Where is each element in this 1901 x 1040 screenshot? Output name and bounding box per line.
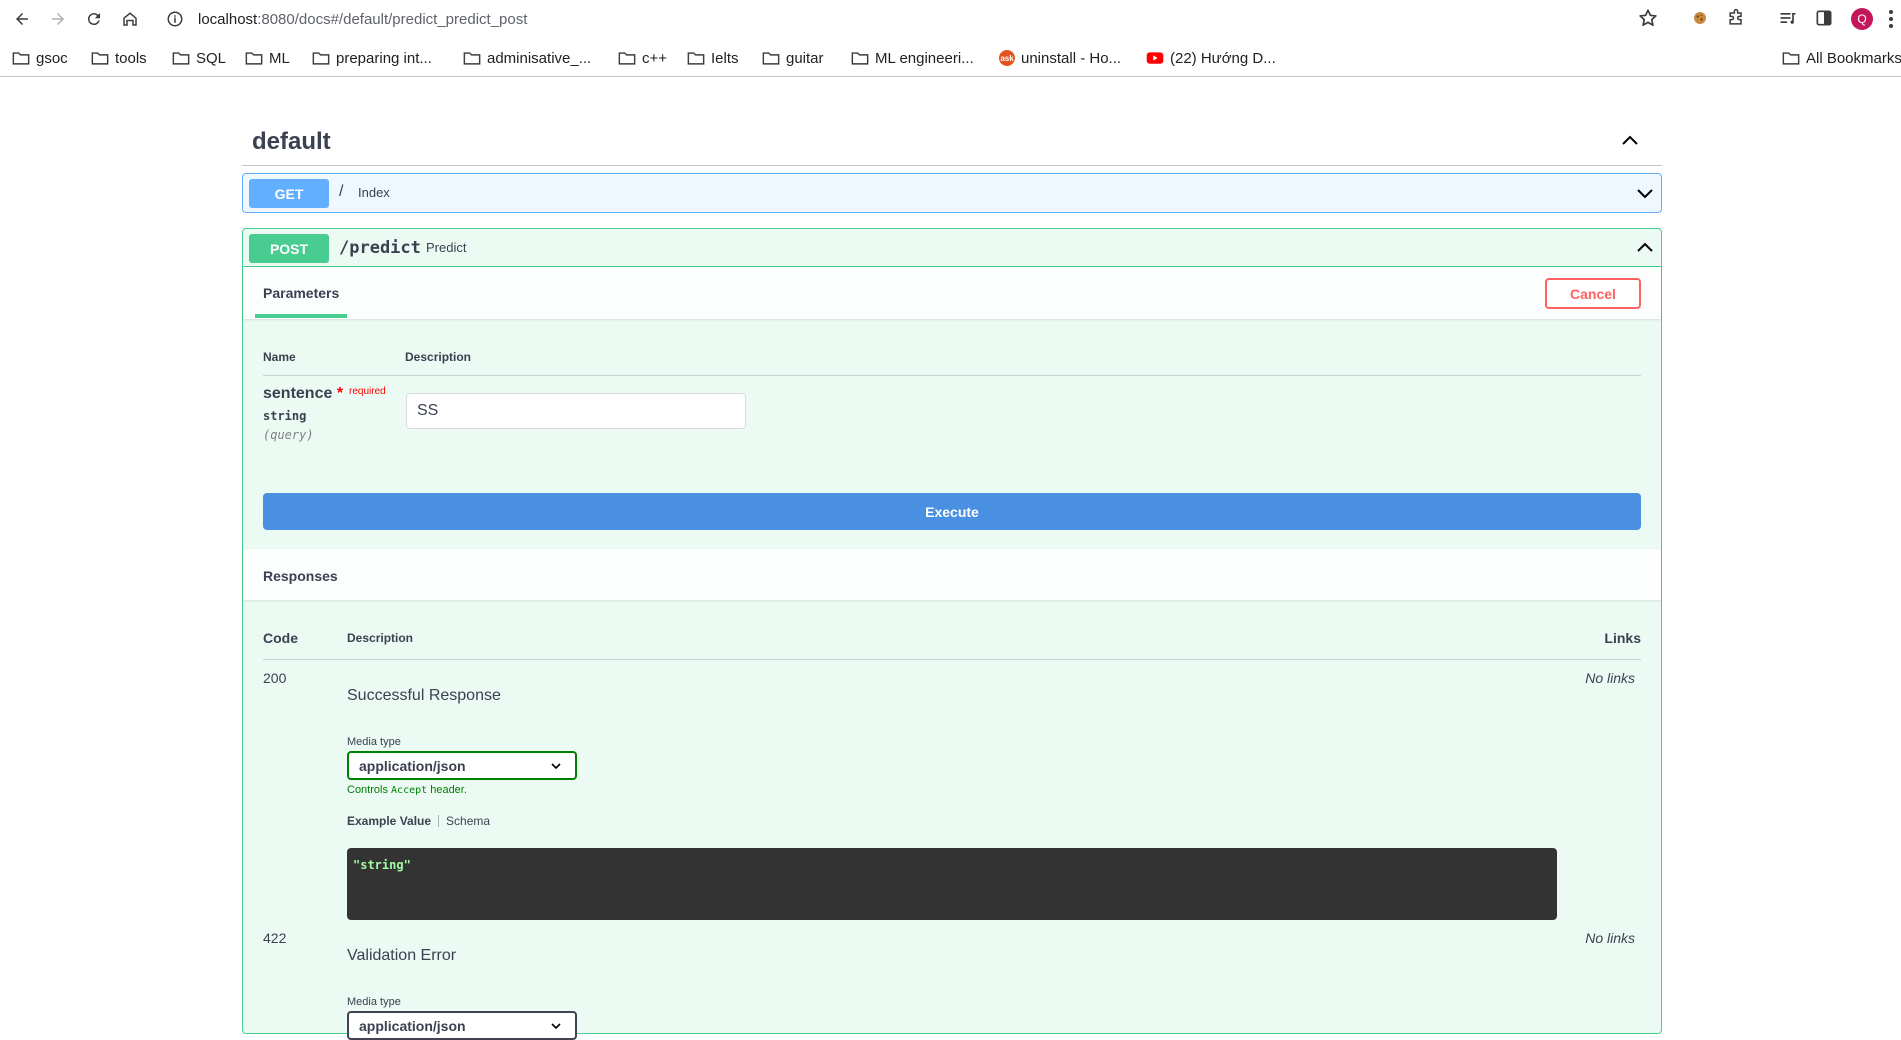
responses-header: Responses bbox=[243, 549, 1661, 600]
operation-summary[interactable]: POST /predict Predict bbox=[243, 229, 1661, 267]
parameter-required-label: required bbox=[349, 386, 386, 397]
controls-accept-header-note: Controls Accept header. bbox=[347, 784, 467, 796]
media-type-select[interactable]: application/json bbox=[347, 1011, 577, 1040]
parameter-name: sentence * bbox=[263, 385, 344, 402]
method-badge-get: GET bbox=[249, 179, 329, 208]
bookmark-star-icon[interactable] bbox=[1637, 7, 1659, 29]
example-code-block: "string" bbox=[347, 848, 1557, 920]
reading-list-icon[interactable] bbox=[1777, 7, 1799, 29]
bookmark-uninstall[interactable]: ask uninstall - Ho... bbox=[999, 47, 1121, 69]
responses-title: Responses bbox=[263, 568, 338, 584]
tag-section-header[interactable]: default bbox=[242, 116, 1662, 166]
folder-icon bbox=[91, 52, 109, 65]
forward-icon[interactable] bbox=[45, 6, 71, 32]
bookmark-gsoc[interactable]: gsoc bbox=[12, 47, 68, 69]
back-icon[interactable] bbox=[9, 6, 35, 32]
home-icon[interactable] bbox=[117, 6, 143, 32]
chevron-up-icon[interactable] bbox=[1635, 238, 1655, 258]
folder-icon bbox=[762, 52, 780, 65]
extension-cookie-icon[interactable] bbox=[1689, 7, 1711, 29]
folder-icon bbox=[245, 52, 263, 65]
example-value-text: "string" bbox=[353, 858, 411, 872]
media-type-label: Media type bbox=[347, 736, 401, 748]
folder-icon bbox=[463, 52, 481, 65]
column-header-links: Links bbox=[1604, 630, 1641, 646]
address-bar[interactable]: localhost:8080/docs#/default/predict_pre… bbox=[156, 3, 1674, 35]
folder-icon bbox=[172, 52, 190, 65]
bookmark-youtube[interactable]: (22) Hướng D... bbox=[1146, 47, 1276, 69]
bookmarks-bar: gsoc tools SQL ML preparing int... admin… bbox=[0, 38, 1901, 77]
bookmark-ml-engineering[interactable]: ML engineeri... bbox=[851, 47, 974, 69]
bookmark-ielts[interactable]: Ielts bbox=[687, 47, 739, 69]
folder-icon bbox=[312, 52, 330, 65]
ask-favicon-icon: ask bbox=[999, 50, 1015, 66]
side-panel-icon[interactable] bbox=[1813, 7, 1835, 29]
bookmark-tools[interactable]: tools bbox=[91, 47, 147, 69]
tab-active-indicator bbox=[255, 314, 347, 318]
extensions-puzzle-icon[interactable] bbox=[1725, 7, 1747, 29]
chevron-down-icon[interactable] bbox=[1635, 183, 1655, 203]
folder-icon bbox=[618, 52, 636, 65]
folder-icon bbox=[1782, 52, 1800, 65]
execute-button[interactable]: Execute bbox=[263, 493, 1641, 530]
bookmark-preparing-int[interactable]: preparing int... bbox=[312, 47, 432, 69]
folder-icon bbox=[687, 52, 705, 65]
column-header-description: Description bbox=[347, 631, 414, 645]
chevron-down-icon bbox=[551, 1023, 561, 1030]
profile-avatar[interactable]: Q bbox=[1851, 8, 1873, 30]
operation-post-predict: POST /predict Predict Parameters Cancel … bbox=[242, 228, 1662, 1040]
response-description: Validation Error bbox=[347, 947, 457, 964]
youtube-favicon-icon bbox=[1146, 52, 1164, 64]
column-header-name: Name bbox=[263, 350, 296, 364]
menu-kebab-icon[interactable] bbox=[1886, 8, 1896, 30]
divider bbox=[263, 659, 1641, 660]
all-bookmarks[interactable]: All Bookmarks bbox=[1782, 47, 1901, 69]
media-type-select[interactable]: application/json bbox=[347, 751, 577, 780]
chevron-down-icon bbox=[551, 763, 561, 770]
sentence-input[interactable] bbox=[406, 393, 746, 429]
parameter-type: string bbox=[263, 409, 307, 423]
divider bbox=[263, 375, 1641, 376]
bookmark-sql[interactable]: SQL bbox=[172, 47, 226, 69]
reload-icon[interactable] bbox=[81, 6, 107, 32]
operation-summary-text: Predict bbox=[426, 240, 467, 255]
bookmark-cpp[interactable]: c++ bbox=[618, 47, 667, 69]
operation-path: /predict bbox=[339, 238, 421, 258]
media-type-label: Media type bbox=[347, 996, 401, 1008]
cancel-button[interactable]: Cancel bbox=[1545, 278, 1641, 309]
url-text: localhost:8080/docs#/default/predict_pre… bbox=[198, 10, 528, 28]
column-header-description: Description bbox=[405, 350, 472, 364]
section-title: default bbox=[252, 128, 331, 155]
operation-path: / bbox=[339, 183, 344, 200]
parameters-header: Parameters Cancel bbox=[243, 267, 1661, 319]
folder-icon bbox=[12, 52, 30, 65]
response-code: 200 bbox=[263, 670, 287, 686]
response-description: Successful Response bbox=[347, 687, 501, 704]
tab-example-value[interactable]: Example Value bbox=[347, 814, 431, 828]
response-links: No links bbox=[1585, 670, 1635, 686]
operation-summary[interactable]: GET / Index bbox=[243, 174, 1661, 212]
response-links: No links bbox=[1585, 930, 1635, 946]
bookmark-adminisative[interactable]: adminisative_... bbox=[463, 47, 591, 69]
site-info-icon[interactable] bbox=[166, 10, 184, 28]
column-header-code: Code bbox=[263, 630, 298, 646]
tab-parameters[interactable]: Parameters bbox=[263, 285, 339, 301]
operation-summary-text: Index bbox=[358, 185, 390, 200]
chevron-up-icon[interactable] bbox=[1620, 130, 1640, 150]
tab-separator bbox=[438, 815, 440, 827]
parameter-location: (query) bbox=[263, 428, 314, 442]
method-badge-post: POST bbox=[249, 234, 329, 263]
browser-toolbar: localhost:8080/docs#/default/predict_pre… bbox=[0, 0, 1901, 38]
folder-icon bbox=[851, 52, 869, 65]
example-tabs: Example Value Schema bbox=[347, 814, 490, 828]
response-code: 422 bbox=[263, 930, 287, 946]
tab-schema[interactable]: Schema bbox=[446, 814, 490, 828]
bookmark-guitar[interactable]: guitar bbox=[762, 47, 824, 69]
operation-get-index[interactable]: GET / Index bbox=[242, 173, 1662, 213]
bookmark-ml[interactable]: ML bbox=[245, 47, 290, 69]
